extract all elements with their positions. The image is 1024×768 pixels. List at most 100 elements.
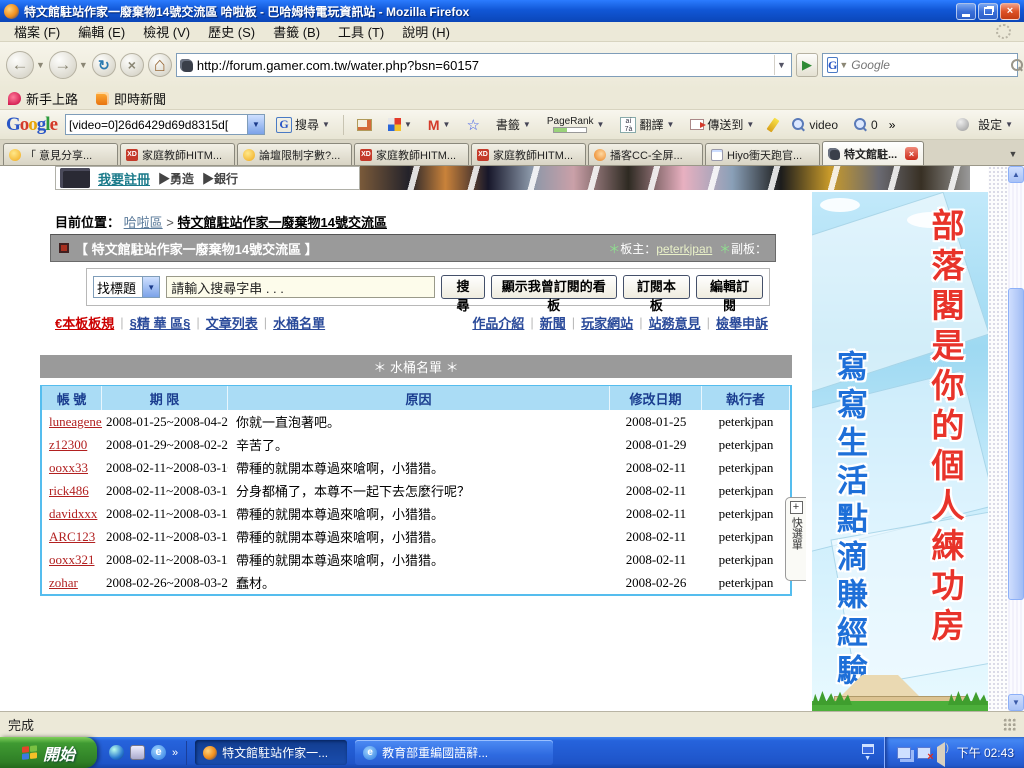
minimize-button[interactable] [956, 3, 976, 20]
scrollbar-thumb[interactable] [1008, 288, 1024, 600]
quick-launch-browser-icon[interactable] [109, 745, 124, 760]
player-sites-link[interactable]: 玩家網站 [581, 313, 633, 332]
gmail-button[interactable]: M▼ [423, 114, 456, 136]
settings-button[interactable]: 設定▼ [973, 113, 1018, 136]
restore-button[interactable] [978, 3, 998, 20]
url-input[interactable] [197, 58, 770, 73]
digest-area-link[interactable]: §精 華 區§ [130, 313, 191, 332]
scroll-up-button[interactable]: ▲ [1008, 166, 1024, 183]
breadcrumb-board-link[interactable]: 特文館駐站作家一廢棄物14號交流區 [178, 215, 387, 230]
menu-item[interactable]: 檔案 (F) [6, 20, 68, 43]
account-link[interactable]: z12300 [49, 437, 87, 453]
web-search-input[interactable] [851, 58, 1008, 72]
edit-subscription-button[interactable]: 編輯訂閱 [696, 275, 763, 299]
tab-7[interactable]: Hiyo衝天跑官... [705, 143, 820, 165]
article-list-link[interactable]: 文章列表 [206, 313, 258, 332]
google-query-box[interactable]: ▼ [65, 114, 265, 135]
forward-button[interactable]: → [49, 51, 77, 79]
find-word-1-button[interactable]: video [787, 115, 843, 135]
tab-4[interactable]: XD家庭教師HITM... [354, 143, 469, 165]
go-button[interactable]: ▶ [796, 53, 818, 77]
expand-plus-icon[interactable]: + [790, 501, 803, 514]
google-logo-icon[interactable]: G [827, 57, 838, 73]
volume-icon[interactable] [937, 742, 945, 767]
blog-ad-banner[interactable]: 部落閣是你的個人練功房 寫寫生活點滴賺經驗 [812, 192, 988, 711]
taskbar-clock[interactable]: 下午 02:43 [957, 744, 1014, 761]
close-button[interactable]: × [1000, 3, 1020, 20]
reload-button[interactable]: ↻ [92, 53, 116, 77]
quick-menu-tab[interactable]: + 快選單 [785, 497, 806, 581]
menu-item[interactable]: 歷史 (S) [200, 20, 263, 43]
toolbar-overflow-chevron[interactable]: » [889, 118, 896, 132]
board-search-input[interactable] [166, 276, 435, 298]
address-bar[interactable]: ▼ [176, 53, 792, 77]
bookmark-item[interactable]: 即時新聞 [96, 89, 166, 108]
bank-link[interactable]: ▶銀行 [202, 170, 238, 187]
account-link[interactable]: ooxx321 [49, 552, 95, 568]
find-word-2-button[interactable]: 0 [849, 115, 883, 135]
quick-launch-app-icon[interactable] [130, 745, 145, 760]
board-rules-link[interactable]: €本板板規 [55, 313, 114, 332]
home-button[interactable]: ⌂ [148, 53, 172, 77]
resize-grip[interactable] [1003, 718, 1016, 731]
avatar-link[interactable]: ▶勇造 [158, 170, 194, 187]
quick-launch-chevron[interactable]: » [172, 747, 178, 759]
show-subscribed-boards-button[interactable]: 顯示我曾訂閱的看板 [491, 275, 617, 299]
google-toolbar-logo[interactable]: Google [6, 114, 57, 136]
url-history-dropdown-icon[interactable]: ▼ [774, 55, 788, 75]
select-dropdown-icon[interactable]: ▼ [142, 277, 159, 297]
tab-8-active[interactable]: 特文館駐... × [822, 141, 924, 165]
tab-6[interactable]: 播客CC-全屏... [588, 143, 703, 165]
translate-button[interactable]: aí7à翻譯▼ [615, 113, 679, 136]
tab-1[interactable]: 「 意見分享... [3, 143, 118, 165]
vertical-scrollbar[interactable]: ▲ ▼ [1008, 166, 1024, 711]
account-link[interactable]: ARC123 [49, 529, 95, 545]
bookmark-item[interactable]: 新手上路 [8, 89, 78, 108]
search-submit-button[interactable]: 搜尋 [441, 275, 485, 299]
account-link[interactable]: luneagenes [49, 414, 102, 430]
back-button[interactable]: ← [6, 51, 34, 79]
search-box[interactable]: G ▼ [822, 53, 1018, 77]
magnifier-icon[interactable] [1011, 59, 1023, 71]
google-query-input[interactable] [66, 118, 247, 132]
scroll-down-button[interactable]: ▼ [1008, 694, 1024, 711]
breadcrumb-section-link[interactable]: 哈啦區 [124, 215, 163, 230]
account-link[interactable]: ooxx33 [49, 460, 88, 476]
apps-button[interactable]: ▼ [383, 115, 417, 134]
tab-5[interactable]: XD家庭教師HITM... [471, 143, 586, 165]
register-link[interactable]: 我要註冊 [98, 169, 150, 188]
menu-item[interactable]: 說明 (H) [394, 20, 458, 43]
start-button[interactable]: 開始 [0, 737, 97, 768]
network-disconnected-icon[interactable] [917, 747, 931, 759]
task-button-ie[interactable]: e 教育部重編國語辭... [355, 740, 553, 765]
back-dropdown-icon[interactable]: ▼ [36, 60, 45, 70]
taskbar-toolbar-toggle[interactable]: ▼ [862, 744, 874, 762]
account-link[interactable]: rick486 [49, 483, 89, 499]
pagerank-button[interactable]: PageRank ▼ [542, 114, 610, 136]
star-bookmark-button[interactable]: ☆ [461, 113, 484, 137]
subscribe-board-button[interactable]: 訂閱本板 [623, 275, 690, 299]
search-engine-dropdown-icon[interactable]: ▼ [839, 60, 848, 70]
site-feedback-link[interactable]: 站務意見 [649, 313, 701, 332]
menu-item[interactable]: 編輯 (E) [70, 20, 133, 43]
task-button-firefox[interactable]: 特文館駐站作家一... [195, 740, 347, 765]
news-button[interactable] [352, 116, 377, 134]
menu-item[interactable]: 工具 (T) [330, 20, 392, 43]
account-link[interactable]: zohar [49, 575, 78, 591]
tab-2[interactable]: XD家庭教師HITM... [120, 143, 235, 165]
highlight-button[interactable] [765, 115, 781, 135]
gt-bookmarks-button[interactable]: 書籤▼ [491, 113, 536, 136]
menu-item[interactable]: 檢視 (V) [135, 20, 198, 43]
stop-button[interactable]: × [120, 53, 144, 77]
news-link[interactable]: 新聞 [540, 313, 566, 332]
network-icon[interactable] [897, 747, 911, 759]
bucket-list-link[interactable]: 水桶名單 [273, 313, 325, 332]
forward-dropdown-icon[interactable]: ▼ [79, 60, 88, 70]
sendto-button[interactable]: 傳送到▼ [685, 113, 759, 136]
report-link[interactable]: 檢舉申訴 [716, 313, 768, 332]
search-scope-select[interactable]: 找標題 ▼ [93, 276, 160, 298]
account-link[interactable]: davidxxx [49, 506, 97, 522]
tab-list-dropdown-icon[interactable]: ▼ [1005, 145, 1021, 163]
moderator-link[interactable]: peterkjpan [656, 242, 712, 256]
quick-launch-ie-icon[interactable]: e [151, 745, 166, 760]
